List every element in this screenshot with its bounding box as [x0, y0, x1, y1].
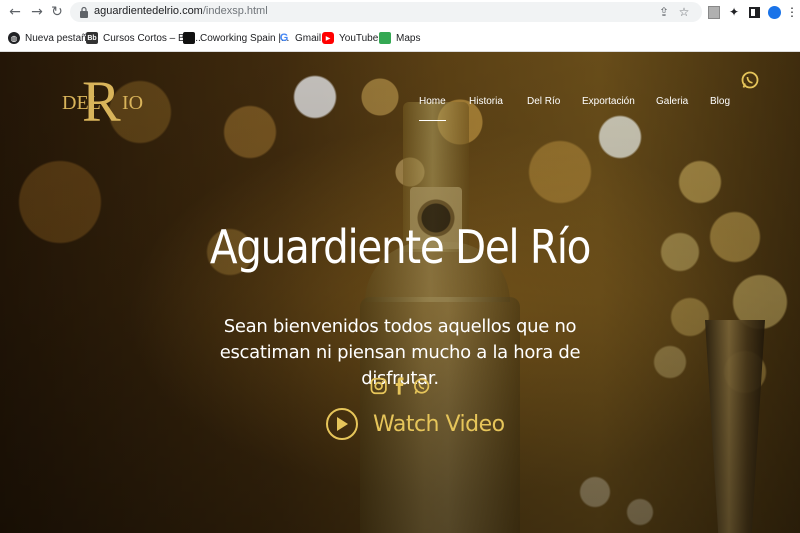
youtube-icon: ▶	[322, 32, 334, 44]
menu-dots-icon[interactable]: ⋮	[784, 4, 800, 20]
sidebar-icon[interactable]	[746, 4, 762, 20]
logo-r-text: R	[82, 69, 121, 134]
share-icon[interactable]: ⇪	[656, 4, 672, 20]
bookmark-label: Maps	[396, 32, 421, 44]
hero-title: Aguardiente Del Río	[209, 220, 592, 274]
url-domain: aguardientedelrio.com	[94, 5, 203, 17]
globe-icon: ◍	[8, 32, 20, 44]
whatsapp-icon[interactable]	[413, 375, 430, 397]
browser-toolbar: ← → ↻ aguardientedelrio.com/indexsp.html…	[0, 0, 800, 24]
bookmark-maps[interactable]: Maps	[379, 30, 420, 46]
nav-exportacion[interactable]: Exportación	[582, 96, 635, 107]
url-path: /indexsp.html	[202, 5, 268, 17]
bookmark-nueva-pestana[interactable]: ◍ Nueva pestaña	[8, 30, 92, 46]
forward-icon[interactable]: →	[28, 3, 46, 21]
bookmark-label: Nueva pestaña	[25, 32, 93, 44]
extension-icon[interactable]	[706, 4, 722, 20]
address-bar[interactable]: aguardientedelrio.com/indexsp.html ⇪ ☆	[70, 2, 702, 22]
sync-icon[interactable]	[766, 4, 782, 20]
bookmark-coworking-spain[interactable]: Coworking Spain |...	[183, 30, 289, 46]
puzzle-icon[interactable]: ✦	[726, 4, 742, 20]
nav-home[interactable]: Home	[419, 96, 446, 121]
social-links	[370, 375, 430, 399]
bookmark-label: YouTube	[339, 32, 379, 44]
nav-galeria[interactable]: Galeria	[656, 96, 688, 107]
nav-blog[interactable]: Blog	[710, 96, 730, 107]
google-icon: G	[279, 32, 289, 44]
bookmark-youtube[interactable]: ▶ YouTube	[322, 30, 378, 46]
browser-chrome: ← → ↻ aguardientedelrio.com/indexsp.html…	[0, 0, 800, 52]
lock-icon	[80, 6, 88, 18]
nav-historia[interactable]: Historia	[469, 96, 503, 107]
whatsapp-icon[interactable]	[740, 70, 760, 90]
instagram-icon[interactable]	[370, 375, 387, 397]
url-text: aguardientedelrio.com/indexsp.html	[94, 5, 268, 17]
watch-video-button[interactable]: Watch Video	[326, 404, 505, 444]
bookmark-gmail[interactable]: G Gmail	[278, 30, 321, 46]
hexagon-icon	[183, 32, 195, 44]
play-icon	[326, 408, 358, 440]
hero-section: DEL R IO Home Historia Del Río Exportaci…	[0, 52, 800, 533]
nav-del-rio[interactable]: Del Río	[527, 96, 560, 107]
bb-icon: Bb	[86, 32, 98, 44]
star-icon[interactable]: ☆	[676, 4, 692, 20]
facebook-icon[interactable]	[391, 375, 408, 397]
watch-video-label: Watch Video	[373, 411, 505, 437]
logo-io-text: IO	[122, 92, 144, 114]
maps-icon	[379, 32, 391, 44]
back-icon[interactable]: ←	[6, 3, 24, 21]
bookmarks-bar: ◍ Nueva pestaña Bb Cursos Cortos – Bla... …	[0, 26, 800, 50]
reload-icon[interactable]: ↻	[48, 3, 66, 21]
bookmark-label: Coworking Spain |...	[200, 32, 290, 44]
bookmark-label: Gmail	[295, 32, 322, 44]
site-logo[interactable]: DEL R IO	[62, 72, 152, 138]
